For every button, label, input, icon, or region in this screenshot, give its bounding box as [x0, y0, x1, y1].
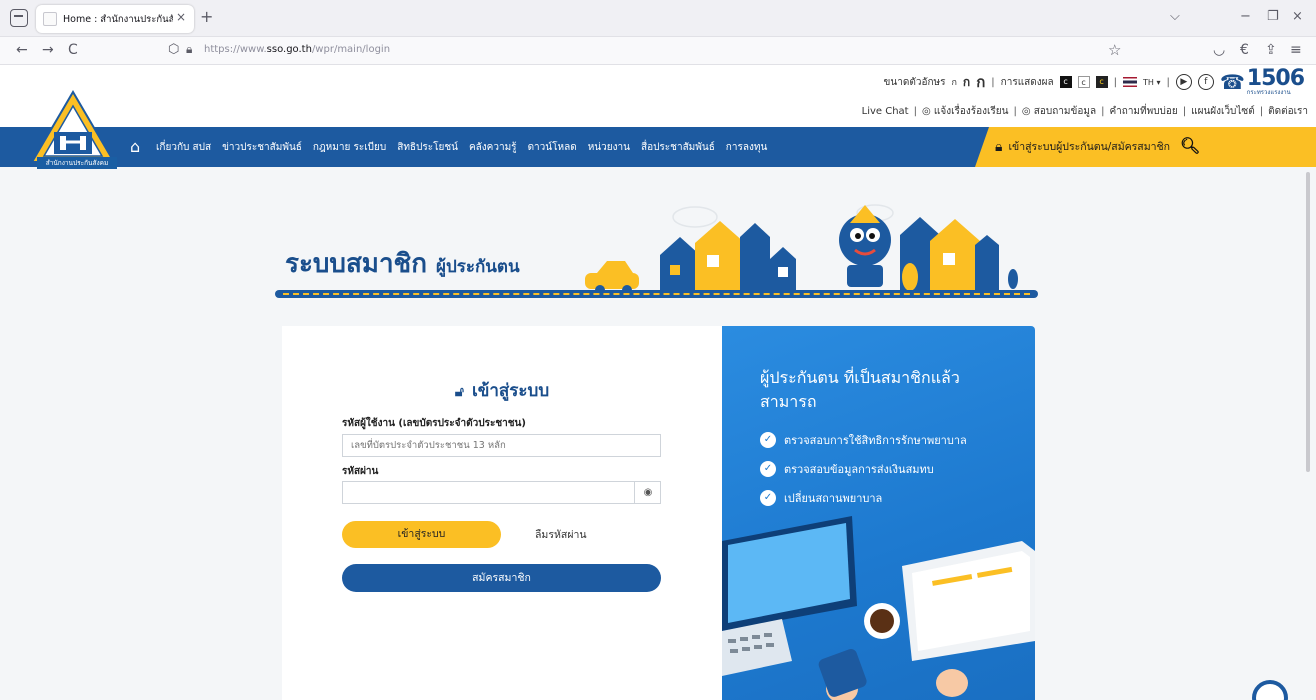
language-select[interactable]: TH ▾: [1143, 78, 1160, 87]
site-top-bar: ขนาดตัวอักษร ก ก ก | การแสดงผล c c c | T…: [0, 65, 1316, 127]
chat-icon: ◎: [1021, 105, 1031, 117]
browser-tab-bar: Home : สำนักงานประกันสังคม × + ⌵ − ❐ ×: [0, 0, 1316, 37]
font-big-button[interactable]: ก: [976, 70, 985, 94]
address-bar[interactable]: ⬡ 🔒︎ https://www.sso.go.th/wpr/main/logi…: [160, 39, 1140, 63]
scrollbar[interactable]: [1306, 172, 1310, 472]
quick-links-bar: Live Chat | ◎ แจ้งเรื่องร้องเรียน | ◎ สอ…: [861, 104, 1308, 119]
back-icon[interactable]: ←: [16, 42, 28, 58]
browser-tab[interactable]: Home : สำนักงานประกันสังคม ×: [36, 5, 194, 33]
register-button[interactable]: สมัครสมาชิก: [342, 564, 661, 592]
share-icon[interactable]: ⇪: [1265, 42, 1277, 58]
laptop-illustration: [722, 516, 1035, 700]
menu-item-about[interactable]: เกี่ยวกับ สปส: [156, 140, 211, 155]
app-menu-icon[interactable]: ≡: [1290, 42, 1302, 58]
accessibility-bar: ขนาดตัวอักษร ก ก ก | การแสดงผล c c c | T…: [883, 66, 1305, 96]
contrast-yellow-button[interactable]: c: [1095, 76, 1108, 88]
chat-icon: ◎: [921, 105, 931, 117]
password-input[interactable]: [342, 481, 661, 504]
contact-link[interactable]: ติดต่อเรา: [1268, 104, 1308, 119]
faq-link[interactable]: คำถามที่พบบ่อย: [1109, 104, 1177, 119]
check-icon: ✓: [760, 489, 776, 506]
url-text[interactable]: https://www.sso.go.th/wpr/main/login: [204, 44, 390, 55]
ask-link[interactable]: ◎ สอบถามข้อมูล: [1022, 104, 1096, 119]
bookmark-star-icon[interactable]: ☆: [1108, 41, 1121, 59]
tab-overflow-icon[interactable]: ⌵: [1170, 9, 1180, 24]
check-icon: ✓: [760, 460, 776, 477]
unlock-icon: 🔓︎: [454, 384, 464, 400]
thai-flag-icon[interactable]: [1123, 77, 1137, 87]
forgot-password-link[interactable]: ลืมรหัสผ่าน: [535, 526, 587, 543]
display-label: การแสดงผล: [1000, 76, 1054, 88]
youtube-icon[interactable]: ▶: [1175, 74, 1192, 90]
menu-item-investment[interactable]: การลงทุน: [726, 140, 767, 155]
hotline-1506[interactable]: ☎︎ 1506 กระทรวงแรงงาน: [1219, 68, 1305, 96]
member-banner: ระบบสมาชิก ผู้ประกันตน: [275, 195, 1038, 305]
restore-icon[interactable]: ❐: [1267, 9, 1279, 24]
username-label: รหัสผู้ใช้งาน (เลขบัตรประจำตัวประชาชน): [342, 418, 526, 429]
list-item: ✓ ตรวจสอบข้อมูลการส่งเงินสมทบ: [760, 454, 967, 483]
lock-icon[interactable]: 🔒︎: [186, 42, 192, 57]
new-tab-icon[interactable]: +: [200, 7, 213, 26]
login-button[interactable]: เข้าสู่ระบบ: [342, 521, 501, 548]
member-benefits-panel: ผู้ประกันตน ที่เป็นสมาชิกแล้ว สามารถ ✓ ตร…: [722, 326, 1035, 700]
check-icon: ✓: [760, 431, 776, 448]
font-mid-button[interactable]: ก: [963, 73, 970, 92]
login-card: 🔓︎ เข้าสู่ระบบ รหัสผู้ใช้งาน (เลขบัตรประจ…: [282, 326, 722, 700]
reload-icon[interactable]: C: [68, 42, 78, 58]
main-menu-bar: ⌂ เกี่ยวกับ สปส ข่าวประชาสัมพันธ์ กฎหมาย…: [0, 127, 1316, 167]
live-chat-link[interactable]: Live Chat: [862, 106, 909, 117]
menu-item-download[interactable]: ดาวน์โหลด: [528, 140, 577, 155]
menu-item-news[interactable]: ข่าวประชาสัมพันธ์: [222, 140, 302, 155]
password-label: รหัสผ่าน: [342, 466, 379, 477]
menu-item-media[interactable]: สื่อประชาสัมพันธ์: [641, 140, 715, 155]
list-item: ✓ เปลี่ยนสถานพยาบาล: [760, 483, 967, 512]
contrast-normal-button[interactable]: c: [1077, 76, 1090, 88]
lock-icon: 🔒︎: [995, 138, 1003, 155]
tab-title: Home : สำนักงานประกันสังคม: [63, 14, 173, 25]
window-close-icon[interactable]: ×: [1292, 9, 1303, 24]
extension-icon[interactable]: €: [1240, 42, 1249, 58]
tab-close-icon[interactable]: ×: [176, 10, 186, 24]
phone-icon: ☎︎: [1219, 70, 1245, 94]
facebook-icon[interactable]: f: [1197, 74, 1214, 90]
info-title: ผู้ประกันตน ที่เป็นสมาชิกแล้ว สามารถ: [760, 368, 960, 411]
browser-nav-bar: ← → C ⬡ 🔒︎ https://www.sso.go.th/wpr/mai…: [0, 37, 1316, 65]
list-item: ✓ ตรวจสอบการใช้สิทธิการรักษาพยาบาล: [760, 425, 967, 454]
login-title: 🔓︎ เข้าสู่ระบบ: [454, 381, 550, 401]
minimize-icon[interactable]: −: [1240, 9, 1251, 24]
shield-icon[interactable]: ⬡: [168, 42, 179, 57]
menu-item-law[interactable]: กฎหมาย ระเบียบ: [313, 140, 386, 155]
website: ขนาดตัวอักษร ก ก ก | การแสดงผล c c c | T…: [0, 65, 1316, 700]
username-input[interactable]: [342, 434, 661, 457]
banner-title: ระบบสมาชิก ผู้ประกันตน: [285, 249, 520, 279]
member-login-link[interactable]: 🔒︎ เข้าสู่ระบบผู้ประกันตน/สมัครสมาชิก: [995, 138, 1170, 155]
complaint-link[interactable]: ◎ แจ้งเรื่องร้องเรียน: [922, 104, 1009, 119]
search-icon[interactable]: 🔍︎: [1180, 136, 1200, 155]
logo-caption: สำนักงานประกันสังคม: [37, 157, 117, 169]
sitemap-link[interactable]: แผนผังเว็บไซต์: [1191, 104, 1255, 119]
menu-item-benefits[interactable]: สิทธิประโยชน์: [397, 140, 458, 155]
pocket-icon[interactable]: ◡: [1213, 42, 1225, 58]
show-password-icon[interactable]: ◉: [634, 481, 661, 504]
home-icon[interactable]: ⌂: [130, 137, 140, 156]
tab-list-icon[interactable]: [10, 9, 28, 27]
font-small-button[interactable]: ก: [951, 75, 956, 89]
forward-icon[interactable]: →: [42, 42, 54, 58]
font-size-label: ขนาดตัวอักษร: [883, 76, 946, 88]
menu-item-units[interactable]: หน่วยงาน: [588, 140, 630, 155]
main-menu: เกี่ยวกับ สปส ข่าวประชาสัมพันธ์ กฎหมาย ร…: [156, 140, 767, 155]
favicon-icon: [43, 12, 57, 26]
benefits-list: ✓ ตรวจสอบการใช้สิทธิการรักษาพยาบาล ✓ ตรวจส…: [760, 425, 967, 512]
contrast-dark-button[interactable]: c: [1059, 76, 1072, 88]
banner-road: [275, 290, 1038, 298]
menu-item-knowledge[interactable]: คลังความรู้: [469, 140, 517, 155]
